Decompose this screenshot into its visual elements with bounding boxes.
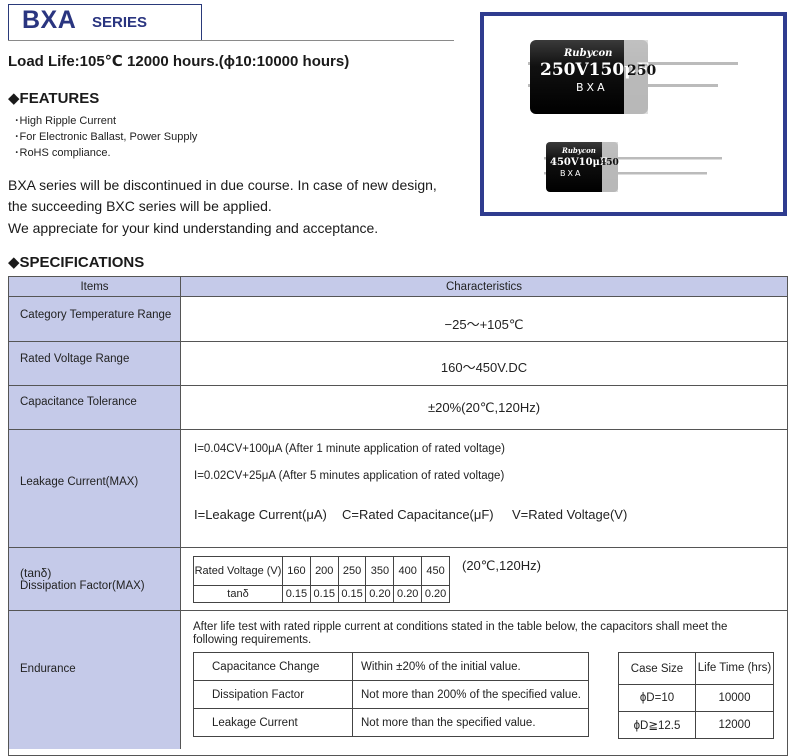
rated-voltage-value: 160～450V.DC bbox=[440, 360, 528, 375]
voltage-cell: 350 bbox=[365, 556, 395, 586]
endurance-value: Not more than 200% of the specified valu… bbox=[352, 680, 589, 709]
endurance-label: Endurance bbox=[20, 663, 76, 675]
voltage-cell: 450 bbox=[421, 556, 450, 586]
leakage-label: Leakage Current(MAX) bbox=[20, 476, 139, 488]
cap-brand: Rubycon bbox=[561, 146, 596, 155]
cap-marking-side: 450 bbox=[600, 158, 619, 168]
leakage-legend-c: C=Rated Capacitance(μF) bbox=[342, 507, 494, 522]
case-size-cell: ϕD=10 bbox=[618, 684, 696, 712]
tan-cell: 0.15 bbox=[309, 585, 339, 603]
voltage-cell: 250 bbox=[337, 556, 367, 586]
tan-cell: 0.15 bbox=[282, 585, 311, 603]
row-divider bbox=[9, 296, 787, 297]
category-temp-label: Category Temperature Range bbox=[20, 309, 172, 321]
cap-brand: Rubycon bbox=[563, 48, 612, 59]
row-divider bbox=[9, 547, 787, 548]
leakage-formula-1: I=0.04CV+100μA (After 1 minute applicati… bbox=[194, 443, 505, 455]
notice-line: We appreciate for your kind understandin… bbox=[8, 220, 379, 236]
endurance-item: Leakage Current bbox=[193, 708, 353, 737]
voltage-cell: 160 bbox=[282, 556, 311, 586]
endurance-row: Capacitance Change Within ±20% of the in… bbox=[193, 652, 589, 681]
series-name: BXA bbox=[22, 6, 77, 34]
cap-marking-side: 250 bbox=[627, 63, 656, 79]
leakage-legend-i: I=Leakage Current(μA) bbox=[194, 507, 327, 522]
life-row: ϕD=10 10000 bbox=[618, 684, 774, 712]
tan-cell: 0.20 bbox=[421, 585, 450, 603]
dissipation-table: Rated Voltage (V) 160 200 250 350 400 45… bbox=[193, 556, 450, 603]
col-items: Items bbox=[80, 281, 109, 293]
load-life: Load Life:105℃ 12000 hours.(ϕ10:10000 ho… bbox=[8, 53, 350, 70]
tan-row: tanδ 0.15 0.15 0.15 0.20 0.20 0.20 bbox=[193, 585, 450, 603]
column-divider bbox=[180, 277, 181, 749]
life-time-cell: 12000 bbox=[695, 711, 774, 739]
cap-tolerance-label: Capacitance Tolerance bbox=[20, 396, 137, 408]
notice-line: the succeeding BXC series will be applie… bbox=[8, 198, 272, 214]
row-divider bbox=[9, 429, 787, 430]
endurance-row: Leakage Current Not more than the specif… bbox=[193, 708, 589, 737]
life-time-table: Case Size Life Time (hrs) ϕD=10 10000 ϕD… bbox=[618, 652, 774, 739]
life-time-cell: 10000 bbox=[695, 684, 774, 712]
cap-tolerance-value: ±20%(20℃,120Hz) bbox=[427, 400, 541, 415]
life-time-header: Life Time (hrs) bbox=[695, 652, 774, 685]
specifications-heading: ◆SPECIFICATIONS bbox=[8, 254, 145, 271]
endurance-description: After life test with rated ripple curren… bbox=[193, 621, 728, 646]
life-row: ϕD≧12.5 12000 bbox=[618, 711, 774, 739]
capacitor-illustration: Rubycon 250V150μF 250 BXA Rubycon 450V10… bbox=[528, 40, 738, 192]
notice-line: BXA series will be discontinued in due c… bbox=[8, 177, 437, 193]
voltage-cell: 400 bbox=[393, 556, 423, 586]
leakage-formula-2: I=0.02CV+25μA (After 5 minutes applicati… bbox=[194, 470, 505, 482]
features-heading: ◆FEATURES bbox=[8, 90, 100, 107]
series-word: SERIES bbox=[92, 14, 148, 31]
row-divider bbox=[9, 385, 787, 386]
endurance-item: Capacitance Change bbox=[193, 652, 353, 681]
row-divider bbox=[9, 341, 787, 342]
cap-marking: 450V10μF bbox=[550, 157, 607, 168]
endurance-item: Dissipation Factor bbox=[193, 680, 353, 709]
feature-item: ･For Electronic Ballast, Power Supply bbox=[14, 131, 198, 143]
dissipation-label: Dissipation Factor(MAX) bbox=[20, 580, 145, 592]
dissipation-label-tan: (tanδ) bbox=[20, 566, 52, 580]
rated-voltage-label: Rated Voltage Range bbox=[20, 353, 130, 365]
endurance-requirements-table: Capacitance Change Within ±20% of the in… bbox=[193, 652, 589, 737]
dissipation-condition: (20℃,120Hz) bbox=[462, 558, 541, 573]
rated-voltage-header: Rated Voltage (V) bbox=[193, 556, 283, 586]
tan-cell: 0.20 bbox=[365, 585, 395, 603]
voltage-cell: 200 bbox=[309, 556, 339, 586]
row-divider bbox=[9, 610, 787, 611]
case-size-cell: ϕD≧12.5 bbox=[618, 711, 696, 739]
tan-header: tanδ bbox=[193, 585, 283, 603]
tan-cell: 0.15 bbox=[337, 585, 367, 603]
feature-item: ･High Ripple Current bbox=[14, 115, 117, 127]
tan-cell: 0.20 bbox=[393, 585, 423, 603]
col-characteristics: Characteristics bbox=[445, 281, 523, 293]
header-divider bbox=[8, 40, 454, 41]
case-size-header: Case Size bbox=[618, 652, 696, 685]
voltage-row: Rated Voltage (V) 160 200 250 350 400 45… bbox=[193, 556, 450, 586]
leakage-legend-v: V=Rated Voltage(V) bbox=[512, 507, 628, 522]
cap-series: BXA bbox=[576, 81, 608, 94]
category-temp-value: −25～+105℃ bbox=[444, 317, 524, 332]
endurance-row: Dissipation Factor Not more than 200% of… bbox=[193, 680, 589, 709]
feature-item: ･RoHS compliance. bbox=[14, 147, 111, 159]
endurance-value: Not more than the specified value. bbox=[352, 708, 589, 737]
product-photo: Rubycon 250V150μF 250 BXA Rubycon 450V10… bbox=[480, 12, 787, 216]
endurance-value: Within ±20% of the initial value. bbox=[352, 652, 589, 681]
life-header-row: Case Size Life Time (hrs) bbox=[618, 652, 774, 685]
cap-series: BXA bbox=[560, 169, 582, 178]
